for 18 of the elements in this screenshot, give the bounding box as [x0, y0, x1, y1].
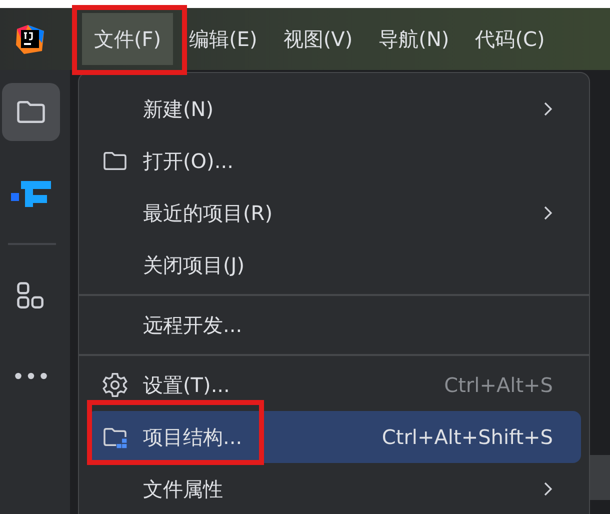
- settings-icon: [101, 371, 129, 399]
- menu-item[interactable]: 最近的项目(R): [87, 187, 581, 239]
- menu-item[interactable]: 新建(N): [87, 83, 581, 135]
- shortcut-label: Ctrl+Alt+Shift+S: [382, 425, 553, 449]
- menu-item[interactable]: 文件属性: [87, 463, 581, 514]
- tool-window-button[interactable]: [2, 83, 60, 141]
- menu-title[interactable]: 视图(V): [273, 13, 363, 65]
- menu-title[interactable]: 文件(F): [82, 13, 174, 65]
- more-icon[interactable]: [14, 370, 48, 382]
- shortcut-label: Ctrl+Alt+S: [444, 373, 553, 397]
- menu-item[interactable]: 关闭项目(J): [87, 239, 581, 291]
- menu-item[interactable]: 远程开发...: [87, 299, 581, 351]
- menu-title[interactable]: 编辑(E): [179, 13, 268, 65]
- menu-item[interactable]: 设置(T)... Ctrl+Alt+S: [87, 359, 581, 411]
- app-logo-icon[interactable]: [14, 23, 46, 55]
- menu-title[interactable]: 导航(N): [368, 13, 460, 65]
- menu-title[interactable]: 代码(C): [465, 13, 555, 65]
- menu-item[interactable]: 打开(O)...: [87, 135, 581, 187]
